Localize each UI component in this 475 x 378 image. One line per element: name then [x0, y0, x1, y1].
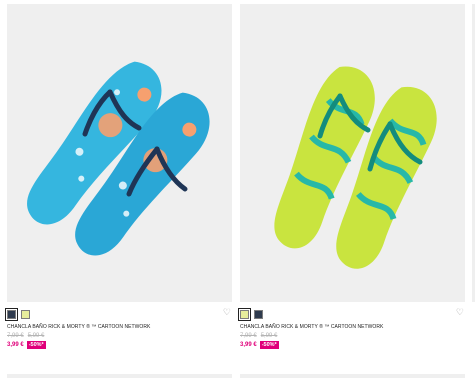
- color-swatch-yellow[interactable]: [238, 308, 251, 321]
- original-price: 7,99 €: [240, 333, 257, 339]
- color-swatch-navy[interactable]: [254, 310, 263, 319]
- green-flip-flops-illustration: [274, 66, 437, 269]
- product-card[interactable]: ♡ CHANCLA BAÑO RICK & MORTY ® ™ CARTOON …: [238, 4, 465, 352]
- sale-price: 3,99 €: [240, 342, 257, 348]
- product-name[interactable]: CHANCLA BAÑO RICK & MORTY ® ™ CARTOON NE…: [7, 324, 150, 330]
- heart-outline-icon[interactable]: ♡: [456, 308, 464, 317]
- original-price: 7,99 €: [7, 333, 24, 339]
- sale-price: 3,99 €: [7, 342, 24, 348]
- product-card[interactable]: ♡ CHANCLA BAÑO RICK & MORTY ® ™ CARTOON …: [5, 4, 232, 352]
- old-prices: 7,99 €5,99 €: [240, 333, 281, 339]
- old-prices: 7,99 €5,99 €: [7, 333, 48, 339]
- heart-outline-icon[interactable]: ♡: [223, 308, 231, 317]
- color-swatches: [5, 308, 30, 321]
- current-price: 3,99 € -50%*: [240, 341, 279, 349]
- color-swatch-yellow[interactable]: [21, 310, 30, 319]
- product-name[interactable]: CHANCLA BAÑO RICK & MORTY ® ™ CARTOON NE…: [240, 324, 383, 330]
- next-row-product-image[interactable]: [7, 374, 232, 378]
- next-row-product-image[interactable]: [240, 374, 465, 378]
- product-image[interactable]: [240, 4, 465, 302]
- blue-flip-flops-illustration: [27, 61, 210, 256]
- discount-badge: -50%*: [26, 341, 46, 349]
- color-swatches: [238, 308, 263, 321]
- color-swatch-navy[interactable]: [5, 308, 18, 321]
- discount-badge: -50%*: [259, 341, 279, 349]
- previous-price: 5,99 €: [260, 333, 278, 339]
- product-image[interactable]: [7, 4, 232, 302]
- previous-price: 5,99 €: [27, 333, 45, 339]
- current-price: 3,99 € -50%*: [7, 341, 46, 349]
